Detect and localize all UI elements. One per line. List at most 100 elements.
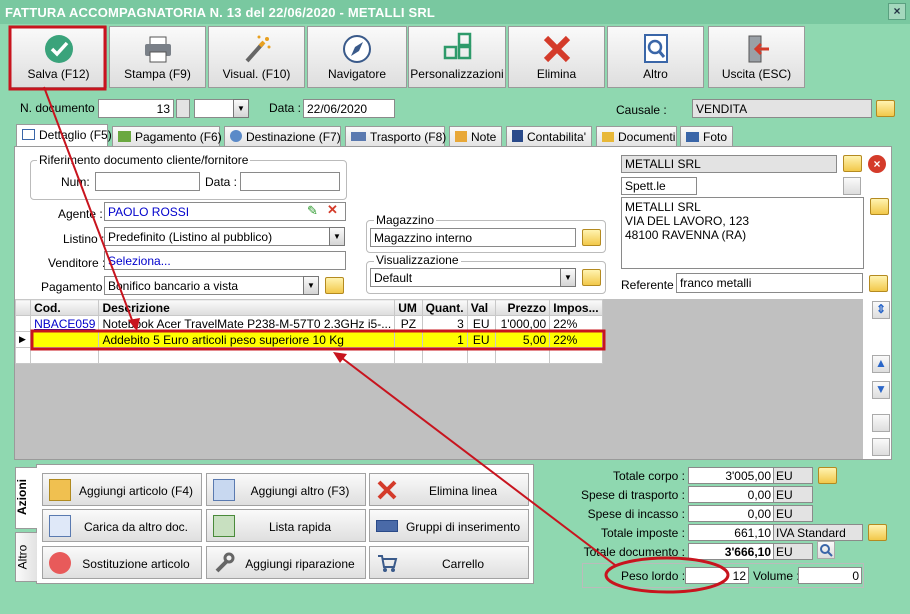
zoom-icon[interactable]	[817, 541, 835, 559]
tab-documenti[interactable]: Documenti	[596, 126, 677, 147]
other-button[interactable]: Altro	[607, 26, 704, 88]
cell-prezzo[interactable]: 5,00	[494, 331, 551, 348]
venditore-input[interactable]: Seleziona...	[104, 251, 346, 270]
load-from-doc-button[interactable]: Carica da altro doc.	[42, 509, 202, 542]
cell-prezzo[interactable]: 1'000,00	[494, 315, 551, 332]
table-row[interactable]: NBACE059 Notebook Acer TravelMate P238-M…	[14, 315, 603, 332]
col-um[interactable]: UM	[394, 299, 423, 316]
side-tab-altro[interactable]: Altro	[15, 532, 37, 582]
folder-icon[interactable]	[869, 275, 888, 292]
clear-icon[interactable]: ✕	[327, 202, 338, 218]
tab-pagamento[interactable]: Pagamento (F6)	[112, 126, 222, 147]
referente-input[interactable]: franco metalli	[676, 273, 863, 293]
folder-icon[interactable]	[325, 277, 344, 294]
cell-imposta[interactable]: 22%	[549, 315, 603, 332]
volume-input[interactable]: 0	[798, 567, 862, 584]
cell-um[interactable]: PZ	[394, 315, 423, 332]
listino-select[interactable]: Predefinito (Listino al pubblico)	[104, 227, 330, 246]
folder-icon[interactable]	[818, 467, 837, 484]
causale-input[interactable]: VENDITA	[692, 99, 872, 118]
chevron-down-icon[interactable]: ▼	[233, 99, 249, 118]
cell-empty[interactable]	[30, 347, 100, 364]
row-selector[interactable]	[14, 315, 32, 332]
side-tab-azioni[interactable]: Azioni	[15, 467, 37, 529]
customize-button[interactable]: Personalizzazioni	[408, 26, 506, 88]
print-button[interactable]: Stampa (F9)	[109, 26, 206, 88]
move-up-icon[interactable]: ▲	[872, 355, 890, 373]
table-row[interactable]	[14, 347, 603, 364]
col-cod[interactable]: Cod.	[30, 299, 100, 316]
col-descrizione[interactable]: Descrizione	[98, 299, 396, 316]
cell-descrizione[interactable]: Addebito 5 Euro articoli peso superiore …	[98, 331, 396, 348]
replace-article-button[interactable]: Sostituzione articolo	[42, 546, 202, 579]
row-selector[interactable]: ▶	[14, 331, 32, 348]
tab-destinazione[interactable]: Destinazione (F7)	[224, 126, 341, 147]
cell-empty[interactable]	[421, 347, 468, 364]
cliente-short[interactable]: Spett.le	[621, 177, 697, 195]
cart-button[interactable]: Carrello	[369, 546, 529, 579]
folder-icon[interactable]	[582, 269, 601, 286]
add-other-button[interactable]: Aggiungi altro (F3)	[206, 473, 366, 506]
peso-lordo-input[interactable]: 12	[685, 567, 749, 584]
date-input[interactable]: 22/06/2020	[303, 99, 395, 118]
spese-incasso-value[interactable]: 0,00	[688, 505, 774, 522]
cell-empty[interactable]	[98, 347, 396, 364]
cell-cod[interactable]	[30, 331, 100, 348]
ndoc-input[interactable]: 13	[98, 99, 174, 118]
insert-groups-button[interactable]: Gruppi di inserimento	[369, 509, 529, 542]
tab-note[interactable]: Note	[449, 126, 502, 147]
col-quant[interactable]: Quant.	[421, 299, 468, 316]
quick-list-button[interactable]: Lista rapida	[206, 509, 366, 542]
folder-icon[interactable]	[868, 524, 887, 541]
col-prezzo[interactable]: Prezzo	[494, 299, 551, 316]
tab-dettaglio[interactable]: Dettaglio (F5)	[16, 124, 112, 148]
remove-icon[interactable]: ×	[868, 155, 886, 173]
expand-arrows-icon[interactable]: ⇕	[872, 301, 890, 319]
add-repair-button[interactable]: Aggiungi riparazione	[206, 546, 366, 579]
cliente-address[interactable]: METALLI SRL VIA DEL LAVORO, 123 48100 RA…	[621, 197, 864, 269]
move-down-icon[interactable]: ▼	[872, 381, 890, 399]
spese-trasporto-value[interactable]: 0,00	[688, 486, 774, 503]
cell-imposta[interactable]: 22%	[549, 331, 603, 348]
folder-icon[interactable]	[843, 155, 862, 172]
cell-quant[interactable]: 3	[421, 315, 468, 332]
pagamento-select[interactable]: Bonifico bancario a vista	[104, 276, 314, 295]
pencil-icon[interactable]: ✎	[307, 203, 318, 219]
cell-cod[interactable]: NBACE059	[30, 315, 100, 332]
num-input[interactable]	[95, 172, 200, 191]
cliente-name[interactable]: METALLI SRL	[621, 155, 837, 173]
row-selector[interactable]	[14, 347, 32, 364]
lines-grid[interactable]: Cod. Descrizione UM Quant. Val Prezzo Im…	[14, 299, 603, 364]
cell-um[interactable]	[394, 331, 423, 348]
navigator-button[interactable]: Navigatore	[307, 26, 407, 88]
col-val[interactable]: Val	[466, 299, 496, 316]
folder-icon[interactable]	[876, 100, 895, 117]
chevron-down-icon[interactable]: ▼	[329, 227, 345, 246]
add-article-button[interactable]: Aggiungi articolo (F4)	[42, 473, 202, 506]
copy-icon[interactable]	[872, 414, 890, 432]
paste-icon[interactable]	[872, 438, 890, 456]
folder-icon[interactable]	[870, 198, 889, 215]
chevron-down-icon[interactable]: ▼	[303, 276, 319, 295]
series-select[interactable]	[194, 99, 234, 118]
close-button[interactable]: ×	[888, 3, 906, 20]
preview-button[interactable]: Visual. (F10)	[208, 26, 305, 88]
magazzino-input[interactable]: Magazzino interno	[370, 228, 576, 247]
cell-descrizione[interactable]: Notebook Acer TravelMate P238-M-57T0 2.3…	[98, 315, 396, 332]
cell-val[interactable]: EU	[466, 331, 496, 348]
cell-empty[interactable]	[466, 347, 496, 364]
col-imposta[interactable]: Impos...	[549, 299, 603, 316]
exit-button[interactable]: Uscita (ESC)	[708, 26, 805, 88]
ref-date-input[interactable]	[240, 172, 340, 191]
cell-empty[interactable]	[494, 347, 551, 364]
user-icon[interactable]	[843, 177, 861, 195]
tab-foto[interactable]: Foto	[680, 126, 733, 147]
cell-quant[interactable]: 1	[421, 331, 468, 348]
cell-empty[interactable]	[394, 347, 423, 364]
table-row[interactable]: ▶ Addebito 5 Euro articoli peso superior…	[14, 331, 603, 348]
tab-trasporto[interactable]: Trasporto (F8)	[345, 126, 446, 147]
delete-line-button[interactable]: Elimina linea	[369, 473, 529, 506]
delete-button[interactable]: Elimina	[508, 26, 605, 88]
folder-icon[interactable]	[582, 229, 601, 246]
save-button[interactable]: Salva (F12)	[10, 26, 107, 88]
